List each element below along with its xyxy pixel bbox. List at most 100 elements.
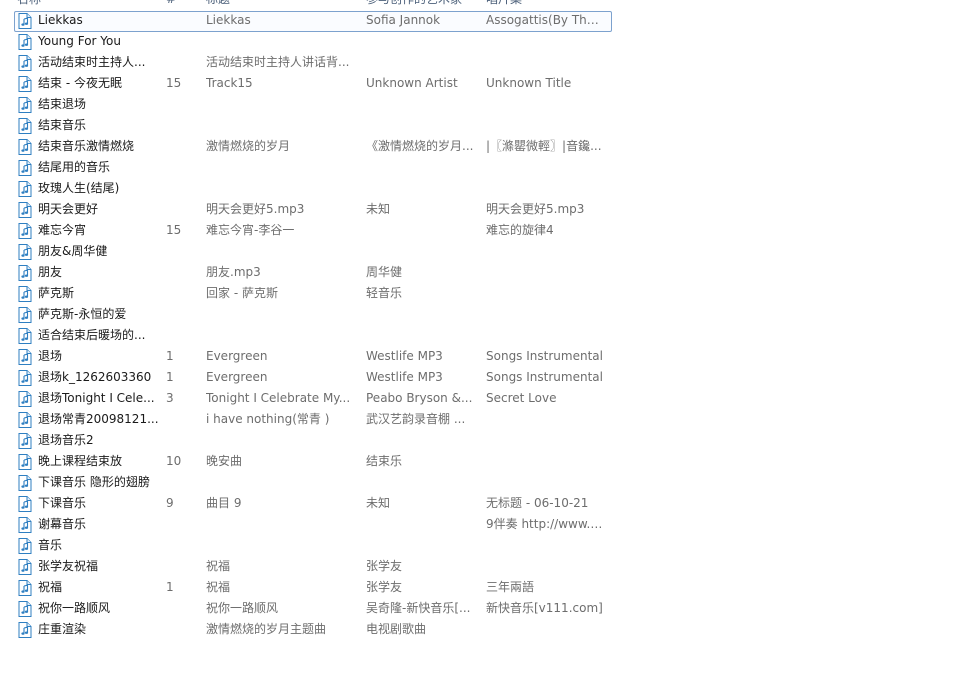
album: Assogattis(By The ... <box>486 13 606 27</box>
file-row[interactable]: 谢幕音乐 9伴奏 http://www.9... <box>14 514 612 535</box>
audio-file-icon <box>18 454 32 470</box>
track-title <box>206 430 360 451</box>
file-row[interactable]: 难忘今宵 15 难忘今宵-李谷一 难忘的旋律4 <box>14 220 612 241</box>
track-title: i have nothing(常青 ) <box>206 412 330 426</box>
file-row[interactable]: 张学友祝福 祝福 张学友 <box>14 556 612 577</box>
album <box>486 430 606 451</box>
audio-file-icon <box>18 580 32 596</box>
file-name: 萨克斯 <box>38 286 75 300</box>
column-header-contributing-artist[interactable]: 参与创作的艺术家 <box>366 0 478 8</box>
album <box>486 115 606 136</box>
contributing-artist <box>366 304 478 325</box>
file-row[interactable]: 退场音乐2 <box>14 430 612 451</box>
audio-file-icon <box>18 349 32 365</box>
track-title: Liekkas <box>206 13 251 27</box>
audio-file-icon <box>18 118 32 134</box>
file-name: 退场k_1262603360 <box>38 370 152 384</box>
album: Secret Love <box>486 391 557 405</box>
file-name: 退场Tonight I Cele... <box>38 391 155 405</box>
file-row[interactable]: 萨克斯 回家 - 萨克斯 轻音乐 <box>14 283 612 304</box>
audio-file-icon <box>18 496 32 512</box>
file-row[interactable]: 退场 1 Evergreen Westlife MP3 Songs Instrument… <box>14 346 612 367</box>
column-header-number[interactable]: # <box>166 0 196 8</box>
file-name: 结束音乐 <box>38 118 87 132</box>
audio-file-icon <box>18 433 32 449</box>
track-title <box>206 535 360 556</box>
column-header-album[interactable]: 唱片集 <box>486 0 606 8</box>
track-number <box>166 514 202 535</box>
track-number: 1 <box>166 370 174 384</box>
track-number: 1 <box>166 580 174 594</box>
column-header-title[interactable]: 标题 <box>206 0 356 8</box>
file-row[interactable]: 祝福 1 祝福 张学友 三年兩語 <box>14 577 612 598</box>
contributing-artist: Peabo Bryson &... <box>366 391 473 405</box>
file-name: 适合结束后暖场的... <box>38 328 146 342</box>
album <box>486 31 606 52</box>
file-name: 玫瑰人生(结尾) <box>38 181 120 195</box>
file-row[interactable]: 萨克斯-永恒的爱 <box>14 304 612 325</box>
track-title <box>206 31 360 52</box>
contributing-artist: 未知 <box>366 496 391 510</box>
file-row[interactable]: 退场k_1262603360 1 Evergreen Westlife MP3 Song… <box>14 367 612 388</box>
track-title: 曲目 9 <box>206 496 242 510</box>
audio-file-icon <box>18 244 32 260</box>
file-name: Young For You <box>38 34 121 48</box>
album: 无标题 - 06-10-21 <box>486 496 589 510</box>
track-number <box>166 619 202 640</box>
track-title <box>206 94 360 115</box>
file-row[interactable]: 活动结束时主持人... 活动结束时主持人讲话背... <box>14 52 612 73</box>
file-row[interactable]: Young For You <box>14 31 612 52</box>
column-header-name[interactable]: 名称 <box>17 0 157 8</box>
contributing-artist <box>366 472 478 493</box>
track-number <box>166 115 202 136</box>
file-row[interactable]: 音乐 <box>14 535 612 556</box>
file-row[interactable]: 玫瑰人生(结尾) <box>14 178 612 199</box>
track-number: 9 <box>166 496 174 510</box>
file-row[interactable]: 结束退场 <box>14 94 612 115</box>
contributing-artist <box>366 31 478 52</box>
track-title <box>206 304 360 325</box>
audio-file-icon <box>18 34 32 50</box>
file-row[interactable]: 庄重渲染 激情燃烧的岁月主题曲 电视剧歌曲 <box>14 619 612 640</box>
track-title <box>206 241 360 262</box>
file-row[interactable]: Liekkas Liekkas Sofia Jannok Assogattis(By … <box>14 10 612 32</box>
contributing-artist <box>366 220 478 241</box>
audio-file-icon <box>18 55 32 71</box>
file-row[interactable]: 明天会更好 明天会更好5.mp3 未知 明天会更好5.mp3 <box>14 199 612 220</box>
contributing-artist: 轻音乐 <box>366 286 403 300</box>
file-name: Liekkas <box>38 13 83 27</box>
track-title: 晚安曲 <box>206 454 243 468</box>
file-row[interactable]: 结束音乐激情燃烧 激情燃烧的岁月 《激情燃烧的岁月... |〖滌罌微輕〗|音鑱... <box>14 136 612 157</box>
audio-file-icon <box>18 391 32 407</box>
file-row[interactable]: 适合结束后暖场的... <box>14 325 612 346</box>
file-row[interactable]: 祝你一路顺风 祝你一路顺风 吴奇隆-新快音乐[... 新快音乐[v111.com] <box>14 598 612 619</box>
file-row[interactable]: 退场Tonight I Cele... 3 Tonight I Celebrate … <box>14 388 612 409</box>
file-row[interactable]: 下课音乐 隐形的翅膀 <box>14 472 612 493</box>
contributing-artist: 张学友 <box>366 559 403 573</box>
file-name: 退场 <box>38 349 63 363</box>
track-number <box>166 304 202 325</box>
file-name: 退场常青20098121... <box>38 412 159 426</box>
audio-file-icon <box>18 601 32 617</box>
contributing-artist <box>366 325 478 346</box>
file-row[interactable]: 退场常青20098121... i have nothing(常青 ) 武汉艺韵录音… <box>14 409 612 430</box>
track-number <box>166 283 202 304</box>
track-number <box>166 430 202 451</box>
contributing-artist: 结束乐 <box>366 454 403 468</box>
track-number <box>166 157 202 178</box>
file-row[interactable]: 结束音乐 <box>14 115 612 136</box>
file-row[interactable]: 朋友&周华健 <box>14 241 612 262</box>
column-header: 名称 # 标题 参与创作的艺术家 唱片集 <box>0 0 616 8</box>
file-row[interactable]: 下课音乐 9 曲目 9 未知 无标题 - 06-10-21 <box>14 493 612 514</box>
file-row[interactable]: 结束 - 今夜无眠 15 Track15 Unknown Artist Unknown … <box>14 73 612 94</box>
album <box>486 262 606 283</box>
file-row[interactable]: 结尾用的音乐 <box>14 157 612 178</box>
file-name: 结尾用的音乐 <box>38 160 111 174</box>
audio-file-icon <box>18 202 32 218</box>
contributing-artist: 未知 <box>366 202 391 216</box>
file-name: 下课音乐 <box>38 496 87 510</box>
file-name: 退场音乐2 <box>38 433 94 447</box>
audio-file-icon <box>18 76 32 92</box>
file-row[interactable]: 朋友 朋友.mp3 周华健 <box>14 262 612 283</box>
file-row[interactable]: 晚上课程结束放 10 晚安曲 结束乐 <box>14 451 612 472</box>
